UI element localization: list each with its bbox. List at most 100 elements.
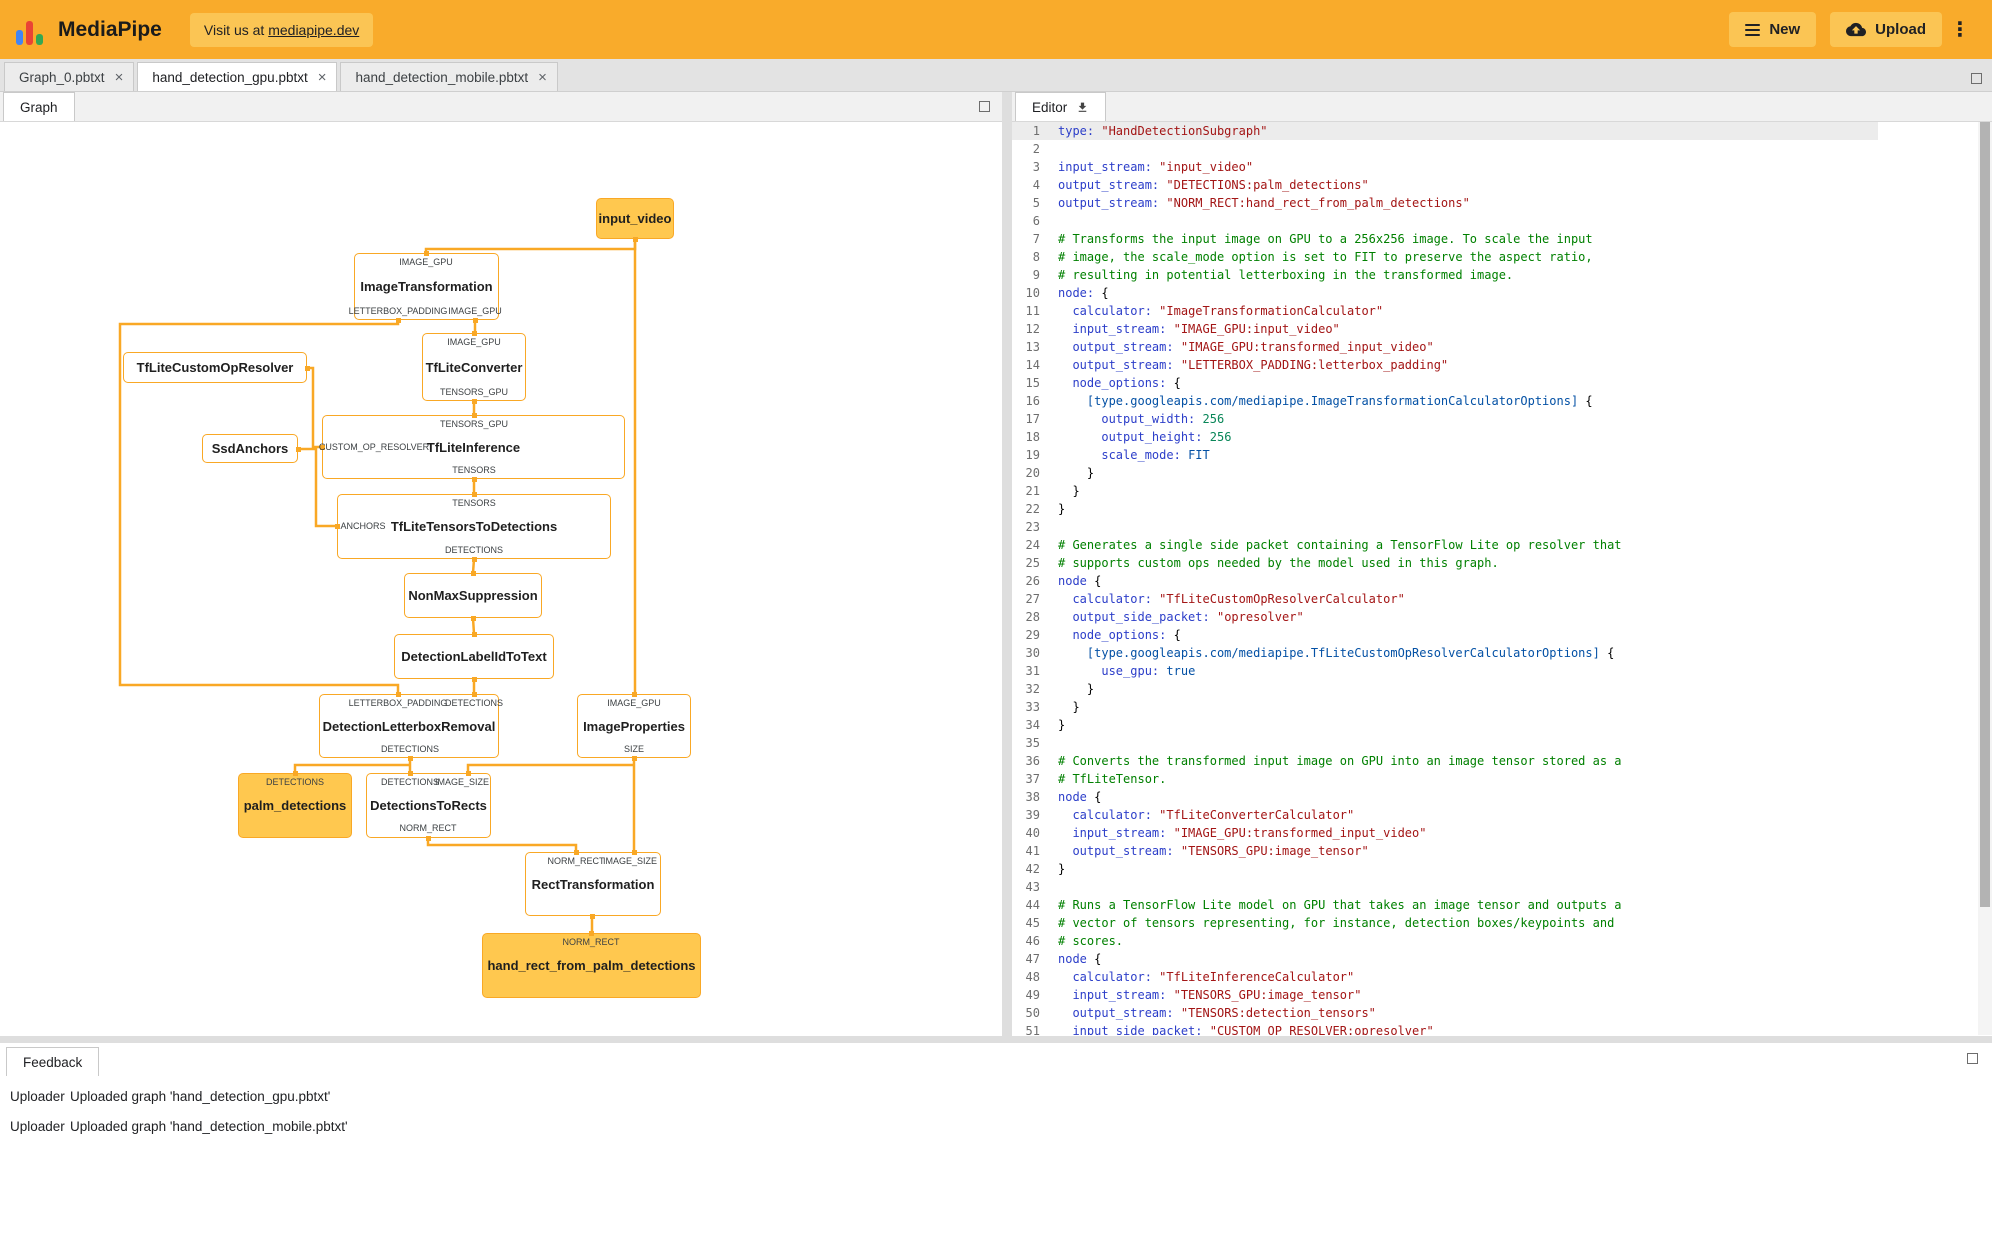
code-line[interactable]: 46 # scores. [1012,932,1878,950]
code-text: input_stream: "IMAGE_GPU:input_video" [1072,322,1340,336]
maximize-graph-panel-icon[interactable] [979,101,990,112]
code-line[interactable]: 8 # image, the scale_mode option is set t… [1012,248,1878,266]
code-text: node_options: { [1072,628,1181,642]
graph-node-DetectionLabelIdToText[interactable]: DetectionLabelIdToText [394,634,554,679]
line-number: 2 [1032,142,1040,156]
editor-scrollbar[interactable] [1978,122,1992,1035]
graph-node-SsdAnchors[interactable]: SsdAnchors [202,434,298,463]
line-number: 44 [1025,898,1040,912]
code-line[interactable]: 4 output_stream: "DETECTIONS:palm_detecti… [1012,176,1878,194]
code-line[interactable]: 23 [1012,518,1878,536]
code-line[interactable]: 27 calculator: "TfLiteCustomOpResolverCa… [1012,590,1878,608]
code-line[interactable]: 38 node { [1012,788,1878,806]
more-options-icon[interactable]: ⋮ [1944,13,1976,46]
code-text: node { [1058,574,1102,588]
graph-canvas[interactable]: input_video ImageTransformation TfLiteConv… [0,122,1002,1035]
code-line[interactable]: 28 output_side_packet: "opresolver" [1012,608,1878,626]
download-icon[interactable] [1076,101,1089,114]
code-line[interactable]: 14 output_stream: "LETTERBOX_PADDING:let… [1012,356,1878,374]
code-line[interactable]: 21 } [1012,482,1878,500]
maximize-feedback-panel-icon[interactable] [1967,1053,1978,1064]
code-line[interactable]: 47 node { [1012,950,1878,968]
line-number: 45 [1025,916,1040,930]
line-number: 28 [1025,610,1040,624]
code-line[interactable]: 15 node_options: { [1012,374,1878,392]
code-line[interactable]: 17 output_width: 256 [1012,410,1878,428]
editor-minimap[interactable] [1878,122,1978,1035]
code-line[interactable]: 6 [1012,212,1878,230]
tab-close-icon[interactable]: × [115,70,124,85]
code-line[interactable]: 24 # Generates a single side packet conta… [1012,536,1878,554]
new-button[interactable]: New [1729,12,1817,47]
upload-button[interactable]: Upload [1830,12,1942,47]
tab-close-icon[interactable]: × [318,70,327,85]
code-line[interactable]: 45 # vector of tensors representing, for … [1012,914,1878,932]
code-line[interactable]: 35 [1012,734,1878,752]
code-line[interactable]: 43 [1012,878,1878,896]
code-line[interactable]: 37 # TfLiteTensor. [1012,770,1878,788]
maximize-window-icon[interactable] [1971,73,1982,84]
code-line[interactable]: 32 } [1012,680,1878,698]
code-line[interactable]: 48 calculator: "TfLiteInferenceCalculato… [1012,968,1878,986]
code-line[interactable]: 2 [1012,140,1878,158]
code-line[interactable]: 10 node: { [1012,284,1878,302]
code-line[interactable]: 39 calculator: "TfLiteConverterCalculato… [1012,806,1878,824]
code-line[interactable]: 1 type: "HandDetectionSubgraph" [1012,122,1878,140]
code-line[interactable]: 18 output_height: 256 [1012,428,1878,446]
line-number: 32 [1025,682,1040,696]
port-dot [304,365,310,371]
tab-editor[interactable]: Editor [1015,92,1107,121]
graph-node-NonMaxSuppression[interactable]: NonMaxSuppression [404,573,542,618]
code-line[interactable]: 41 output_stream: "TENSORS_GPU:image_ten… [1012,842,1878,860]
code-line[interactable]: 3 input_stream: "input_video" [1012,158,1878,176]
code-line[interactable]: 5 output_stream: "NORM_RECT:hand_rect_fro… [1012,194,1878,212]
code-line[interactable]: 51 input_side_packet: "CUSTOM_OP_RESOLVE… [1012,1022,1878,1035]
file-tab[interactable]: Graph_0.pbtxt × [4,62,135,91]
code-line[interactable]: 30 [type.googleapis.com/mediapipe.TfLite… [1012,644,1878,662]
graph-node-input_video[interactable]: input_video [596,198,674,239]
port-label: DETECTIONS [444,698,504,708]
graph-node-TfLiteCustomOpResolver[interactable]: TfLiteCustomOpResolver [123,352,307,383]
file-tab[interactable]: hand_detection_gpu.pbtxt × [137,62,338,91]
code-line[interactable]: 11 calculator: "ImageTransformationCalcu… [1012,302,1878,320]
code-line[interactable]: 49 input_stream: "TENSORS_GPU:image_tens… [1012,986,1878,1004]
graph-panel-header: Graph [0,92,1002,122]
code-lines[interactable]: 1 type: "HandDetectionSubgraph" 2 3 input_st… [1012,122,1878,1035]
code-line[interactable]: 29 node_options: { [1012,626,1878,644]
code-line[interactable]: 20 } [1012,464,1878,482]
code-line[interactable]: 34} [1012,716,1878,734]
code-line[interactable]: 44 # Runs a TensorFlow Lite model on GPU … [1012,896,1878,914]
line-number: 14 [1025,358,1040,372]
visit-us-chip[interactable]: Visit us at mediapipe.dev [189,12,374,47]
code-line[interactable]: 36 # Converts the transformed input image… [1012,752,1878,770]
code-line[interactable]: 19 scale_mode: FIT [1012,446,1878,464]
code-line[interactable]: 7 # Transforms the input image on GPU to … [1012,230,1878,248]
code-line[interactable]: 12 input_stream: "IMAGE_GPU:input_video" [1012,320,1878,338]
code-line[interactable]: 25 # supports custom ops needed by the mo… [1012,554,1878,572]
line-number: 15 [1025,376,1040,390]
file-tab[interactable]: hand_detection_mobile.pbtxt × [340,62,558,91]
line-number: 38 [1025,790,1040,804]
tab-feedback[interactable]: Feedback [6,1047,100,1076]
code-line[interactable]: 40 input_stream: "IMAGE_GPU:transformed_… [1012,824,1878,842]
line-number: 51 [1025,1024,1040,1035]
tab-close-icon[interactable]: × [538,70,547,85]
code-line[interactable]: 33 } [1012,698,1878,716]
code-line[interactable]: 9 # resulting in potential letterboxing i… [1012,266,1878,284]
editor-tab-label: Editor [1032,99,1068,115]
mediapipe-dev-link[interactable]: mediapipe.dev [268,22,359,38]
tab-graph[interactable]: Graph [3,92,75,121]
code-line[interactable]: 22} [1012,500,1878,518]
code-line[interactable]: 16 [type.googleapis.com/mediapipe.ImageT… [1012,392,1878,410]
code-line[interactable]: 31 use_gpu: true [1012,662,1878,680]
node-title: TfLiteConverter [425,359,523,375]
code-text: node { [1058,952,1102,966]
code-line[interactable]: 42} [1012,860,1878,878]
code-line[interactable]: 26 node { [1012,572,1878,590]
scrollbar-thumb[interactable] [1980,122,1990,908]
code-line[interactable]: 50 output_stream: "TENSORS:detection_ten… [1012,1004,1878,1022]
node-title: TfLiteCustomOpResolver [136,360,294,375]
code-line[interactable]: 13 output_stream: "IMAGE_GPU:transformed… [1012,338,1878,356]
